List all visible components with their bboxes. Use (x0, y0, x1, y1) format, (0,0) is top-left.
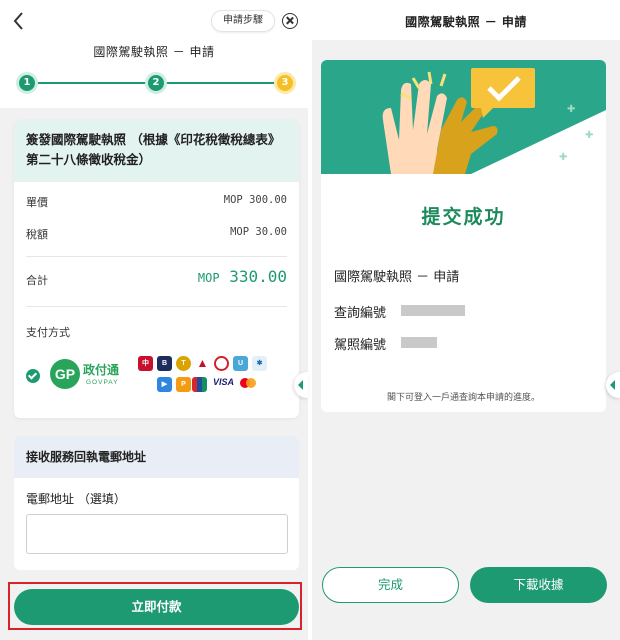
unit-price-row: 單價 MOP 300.00 (26, 194, 287, 210)
divider (26, 256, 287, 257)
step-2: 2 (145, 72, 167, 94)
success-illustration: ✚ ✚ ✚ (321, 60, 606, 174)
bank-icbc-icon: ▲ (195, 356, 210, 371)
govpay-name: 政付通 (83, 363, 120, 377)
wallet-app-icon: P (176, 377, 191, 392)
download-receipt-button[interactable]: 下載收據 (470, 567, 607, 603)
bank-tai-fung-icon: T (176, 356, 191, 371)
pay-now-button[interactable]: 立即付款 (14, 589, 299, 625)
application-steps-button[interactable]: 申請步驟 (211, 10, 275, 32)
svg-text:✚: ✚ (559, 152, 567, 163)
unit-price-label: 單價 (26, 196, 48, 209)
svg-text:✚: ✚ (567, 104, 575, 115)
email-field[interactable] (26, 514, 288, 554)
email-field-label: 電郵地址 （選填） (26, 492, 126, 506)
side-expand-tab[interactable] (606, 372, 620, 398)
tax-row: 稅額 MOP 30.00 (26, 226, 287, 242)
payment-method-label: 支付方式 (26, 326, 70, 339)
mastercard-icon (246, 378, 256, 388)
total-currency: MOP (197, 271, 220, 285)
step-3-current: 3 (274, 72, 296, 94)
license-number-redacted (401, 337, 437, 348)
total-label: 合計 (26, 274, 48, 287)
query-number-redacted (401, 305, 465, 316)
payment-method-govpay-option[interactable]: GP 政付通 GOVPAY 中 B T ▲ U ✱ ▶ P VISA (26, 354, 287, 398)
step-1: 1 (16, 72, 38, 94)
check-circle-icon (26, 369, 40, 383)
unit-price-value: MOP 300.00 (223, 194, 287, 206)
progress-hint: 閣下可登入一戶通查詢本申請的進度。 (386, 393, 540, 403)
page-title: 國際駕駛執照 － 申請 (405, 15, 527, 29)
govpay-en: GOVPAY (86, 379, 119, 386)
total-row: 合計 MOP 330.00 (26, 267, 287, 288)
progress-stepper: 1 2 3 (16, 72, 296, 94)
bank-aomi-icon: ✱ (252, 356, 267, 371)
close-icon[interactable] (282, 13, 298, 29)
total-value: MOP 330.00 (198, 267, 287, 286)
divider (26, 306, 287, 307)
wallet-app-icon: ▶ (157, 377, 172, 392)
unionpay-icon (192, 377, 207, 392)
back-button[interactable] (10, 6, 30, 34)
fee-item-title: 簽發國際駕駛執照 （根據《印花稅徵稅總表》第二十八條徵收稅金） (14, 120, 299, 182)
govpay-mark: GP (50, 359, 80, 389)
bank-mpay-icon: U (233, 356, 248, 371)
email-section-title: 接收服務回執電郵地址 (14, 436, 299, 478)
step-connector (36, 82, 146, 84)
svg-text:✚: ✚ (585, 130, 593, 141)
total-amount: 330.00 (229, 267, 287, 286)
query-number-label: 查詢編號 (334, 306, 387, 321)
supported-banks: 中 B T ▲ U ✱ ▶ P VISA (138, 354, 288, 398)
success-screen: 國際駕駛執照 － 申請 ✚ ✚ ✚ 提交成功 國際駕駛執照 － 申請 查詢編號 … (312, 0, 620, 640)
license-number-label: 駕照編號 (334, 338, 387, 353)
payment-summary-card: 簽發國際駕駛執照 （根據《印花稅徵稅總表》第二十八條徵收稅金） 單價 MOP 3… (14, 120, 299, 418)
step-connector (166, 82, 278, 84)
tax-label: 稅額 (26, 228, 48, 241)
bank-bnu-icon: B (157, 356, 172, 371)
visa-logo: VISA (213, 377, 235, 387)
bank-boc-icon: 中 (138, 356, 153, 371)
govpay-logo: GP 政付通 GOVPAY (50, 357, 135, 395)
service-name: 國際駕駛執照 － 申請 (334, 270, 460, 285)
chevron-left-icon (13, 12, 23, 30)
bank-luso-icon (214, 356, 229, 371)
done-button[interactable]: 完成 (322, 567, 459, 603)
submission-success-card: ✚ ✚ ✚ 提交成功 國際駕駛執照 － 申請 查詢編號 駕照編號 閣下可登入一戶… (321, 60, 606, 412)
email-receipt-card: 接收服務回執電郵地址 電郵地址 （選填） (14, 436, 299, 570)
success-title: 提交成功 (421, 206, 506, 228)
payment-screen: 申請步驟 國際駕駛執照 － 申請 1 2 3 簽發國際駕駛執照 （根據《印花稅徵… (0, 0, 308, 640)
page-title: 國際駕駛執照 － 申請 (93, 45, 215, 59)
tax-value: MOP 30.00 (230, 226, 287, 238)
